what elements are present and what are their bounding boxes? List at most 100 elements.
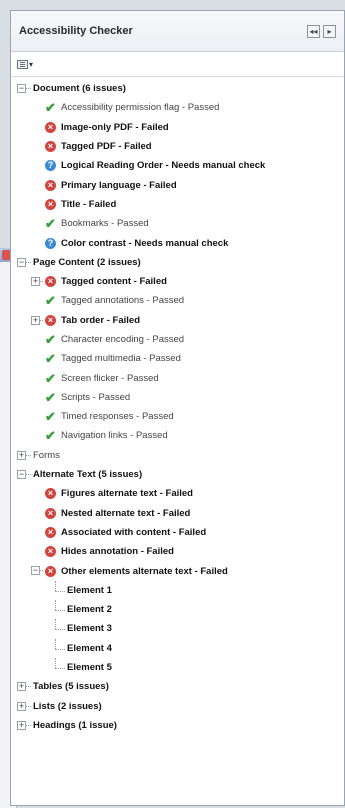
tree-item[interactable]: × Figures alternate text - Failed [11,484,344,503]
tree-item-content: × Hides annotation - Failed [45,542,174,561]
tree-item[interactable]: ✔ Character encoding - Passed [11,330,344,349]
tree-item[interactable]: ✔ Navigation links - Passed [11,426,344,445]
tree-item-label: Image-only PDF - Failed [61,121,169,133]
tree-item[interactable]: + Tables (5 issues) [11,677,344,696]
panel-menu-icon[interactable]: ▸ [323,24,336,38]
failed-icon: × [45,488,56,500]
tree-item[interactable]: + × Tagged content - Failed [11,272,344,291]
tree-item-label: Tagged multimedia - Passed [61,353,181,365]
tree-item[interactable]: × Associated with content - Failed [11,523,344,542]
tree-item[interactable]: Element 2 [11,600,344,619]
tree-item-label: Page Content (2 issues) [33,256,141,268]
tree-item-content: × Tab order - Failed [45,311,140,330]
tree-item-label: Alternate Text (5 issues) [33,469,143,481]
tree-item-label: Element 5 [67,662,112,674]
tree-item-label: Element 3 [67,623,112,635]
tree-item-content: ✔ Character encoding - Passed [45,330,184,349]
tree-item-content: × Nested alternate text - Failed [45,504,190,523]
tree-item[interactable]: + Forms [11,446,344,465]
tree-item[interactable]: ✔ Tagged multimedia - Passed [11,349,344,368]
collapse-icon[interactable]: − [17,84,26,93]
failed-icon: × [45,121,56,133]
tree-item[interactable]: ✔ Scripts - Passed [11,388,344,407]
tree-item[interactable]: + Headings (1 issue) [11,716,344,735]
failed-icon: × [45,179,56,191]
collapse-icon[interactable]: − [31,566,40,576]
tree-connector [26,473,31,476]
tree-item[interactable]: × Hides annotation - Failed [11,542,344,561]
tree-item-label: Screen flicker - Passed [61,372,159,384]
expand-icon[interactable]: + [31,276,40,286]
tree-item-label: Other elements alternate text - Failed [61,565,228,577]
tree-item-content: ? Color contrast - Needs manual check [45,233,228,252]
results-tree: − Document (6 issues) ✔ Accessibility permi… [11,77,344,735]
tree-item-label: Navigation links - Passed [61,430,168,442]
tree-item[interactable]: − Page Content (2 issues) [11,253,344,272]
tree-item-label: Figures alternate text - Failed [61,488,193,500]
tree-item[interactable]: ? Logical Reading Order - Needs manual ch… [11,156,344,175]
tree-connector [55,657,57,668]
tree-item[interactable]: × Primary language - Failed [11,175,344,194]
tree-item[interactable]: × Image-only PDF - Failed [11,118,344,137]
tree-item-content: Headings (1 issue) [33,716,117,735]
options-button[interactable]: ▾ [17,59,33,69]
tree-item-label: Element 1 [67,584,112,596]
tree-item[interactable]: × Title - Failed [11,195,344,214]
tree-connector [55,600,57,611]
tree-item[interactable]: Element 1 [11,580,344,600]
tree-item-content: Element 1 [67,581,112,600]
tree-connector [26,705,31,708]
tree-item[interactable]: − Document (6 issues) [11,79,344,98]
tree-item[interactable]: Element 4 [11,638,344,658]
tree-item[interactable]: ✔ Screen flicker - Passed [11,368,344,387]
collapse-panel-icon[interactable]: ◂◂ [307,24,320,38]
tree-item-label: Bookmarks - Passed [61,218,149,230]
tree-item-label: Associated with content - Failed [61,526,207,538]
tree-item-content: ✔ Tagged multimedia - Passed [45,349,181,368]
failed-icon: × [45,507,56,519]
check-icon: ✔ [45,389,56,405]
expand-icon[interactable]: + [17,682,26,692]
tree-connector [55,648,65,651]
tree-item[interactable]: Element 3 [11,619,344,638]
tree-item-content: ✔ Accessibility permission flag - Passed [45,98,219,117]
expand-icon[interactable]: + [17,450,26,460]
expand-icon[interactable]: + [17,720,26,730]
tree-item[interactable]: ✔ Tagged annotations - Passed [11,291,344,310]
failed-icon: × [45,141,56,153]
collapse-icon[interactable]: − [17,469,26,479]
tree-item[interactable]: × Nested alternate text - Failed [11,504,344,523]
tree-connector [55,580,57,591]
accessibility-checker-panel: Accessibility Checker ◂◂ ▸ ▾ − Document (… [10,10,345,806]
tree-item[interactable]: × Tagged PDF - Failed [11,137,344,156]
tree-connector [26,724,31,727]
tree-item[interactable]: ? Color contrast - Needs manual check [11,233,344,252]
tree-connector [55,619,57,630]
tree-item[interactable]: − × Other elements alternate text - Failed [11,561,344,580]
tree-item[interactable]: − Alternate Text (5 issues) [11,465,344,484]
tree-connector [26,88,31,90]
tree-item[interactable]: + × Tab order - Failed [11,311,344,330]
tree-item[interactable]: ✔ Accessibility permission flag - Passed [11,98,344,117]
tree-item-label: Scripts - Passed [61,391,131,403]
tree-item-content: ✔ Bookmarks - Passed [45,214,149,233]
tree-item-label: Element 2 [67,604,112,616]
tree-item-content: × Tagged content - Failed [45,272,167,291]
collapse-icon[interactable]: − [17,257,26,267]
tree-item[interactable]: Element 5 [11,657,344,677]
tree-item-content: × Other elements alternate text - Failed [45,561,228,580]
tree-item-label: Lists (2 issues) [33,700,102,712]
tree-item-content: ? Logical Reading Order - Needs manual ch… [45,156,265,175]
tree-item-label: Logical Reading Order - Needs manual che… [61,160,266,172]
tree-item[interactable]: ✔ Timed responses - Passed [11,407,344,426]
tree-item-label: Tab order - Failed [61,314,141,326]
tree-item[interactable]: ✔ Bookmarks - Passed [11,214,344,233]
expand-icon[interactable]: + [31,315,40,325]
failed-icon: × [45,314,56,326]
tree-connector [55,590,65,593]
tree-item[interactable]: + Lists (2 issues) [11,697,344,716]
tree-item-content: Element 4 [67,639,112,658]
expand-icon[interactable]: + [17,701,26,711]
tree-item-label: Nested alternate text - Failed [61,507,191,519]
check-icon: ✔ [45,428,56,444]
